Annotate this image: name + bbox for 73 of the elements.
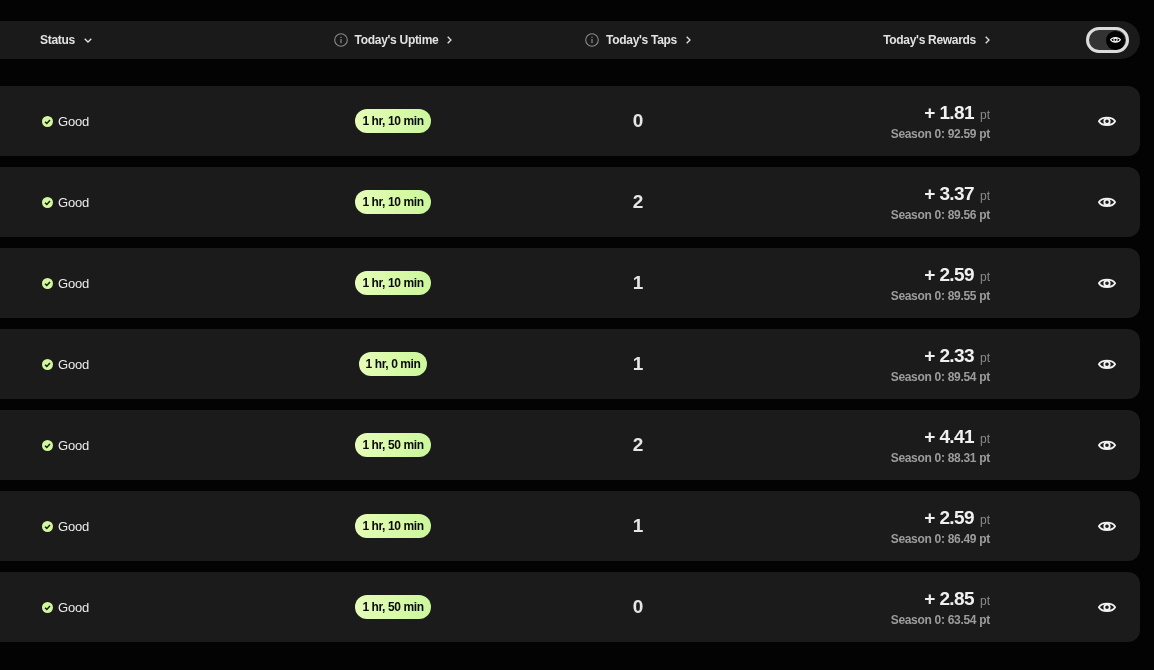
check-circle-icon [42,277,53,289]
eye-icon [1098,357,1116,371]
chevron-right-icon [985,36,990,44]
view-button[interactable] [1098,600,1116,614]
uptime-tag: 1 hr, 0 min [358,352,428,376]
status-label: Good [58,113,89,129]
taps-count: 1 [632,272,644,294]
reward-value: + 2.59 [924,263,974,286]
chevron-right-icon [685,36,691,44]
reward-unit: pt [980,431,990,446]
eye-icon [1098,600,1116,614]
reward-unit: pt [980,188,990,203]
eye-icon [1098,276,1116,290]
reward-unit: pt [980,269,990,284]
season-total: Season 0: 88.31 pt [890,450,990,465]
column-header[interactable]: Today's Uptime [354,33,453,47]
check-circle-icon [42,358,53,370]
column-header[interactable]: Today's Rewards [883,33,990,47]
column-header[interactable]: Today's Taps [606,33,691,47]
view-button[interactable] [1098,276,1116,290]
view-button[interactable] [1098,519,1116,533]
reward-value: + 1.81 [924,101,974,124]
check-circle-icon [42,439,53,451]
reward-value: + 3.37 [924,182,974,205]
season-total: Season 0: 89.56 pt [890,207,990,222]
check-circle-icon [42,601,53,613]
column-header[interactable]: Status [40,33,92,47]
view-button[interactable] [1098,114,1116,128]
status-label: Good [58,275,89,291]
season-total: Season 0: 89.55 pt [890,288,990,303]
eye-icon [1109,36,1121,44]
view-button[interactable] [1098,438,1116,452]
view-button[interactable] [1098,195,1116,209]
reward-unit: pt [980,350,990,365]
status-label: Good [58,437,89,453]
reward-unit: pt [980,593,990,608]
reward-unit: pt [980,107,990,122]
season-total: Season 0: 63.54 pt [890,612,990,627]
check-circle-icon [42,520,53,532]
taps-count: 0 [632,596,644,618]
status-label: Good [58,194,89,210]
uptime-tag: 1 hr, 10 min [355,514,431,538]
chevron-down-icon [83,37,92,43]
eye-icon [1098,195,1116,209]
status-label: Good [58,356,89,372]
taps-count: 2 [632,191,644,213]
eye-icon [1098,114,1116,128]
reward-value: + 4.41 [924,425,974,448]
view-button[interactable] [1098,357,1116,371]
status-label: Good [58,518,89,534]
uptime-tag: 1 hr, 10 min [355,271,431,295]
status-label: Good [58,599,89,615]
check-circle-icon [42,115,53,127]
chevron-right-icon [447,36,453,44]
reward-value: + 2.59 [924,506,974,529]
reward-value: + 2.33 [924,344,974,367]
season-total: Season 0: 86.49 pt [890,531,990,546]
reward-unit: pt [980,512,990,527]
taps-count: 1 [632,515,644,537]
uptime-tag: 1 hr, 50 min [355,595,431,619]
season-total: Season 0: 89.54 pt [890,369,990,384]
uptime-tag: 1 hr, 50 min [355,433,431,457]
taps-count: 2 [632,434,644,456]
taps-count: 1 [632,353,644,375]
uptime-tag: 1 hr, 10 min [355,109,431,133]
season-total: Season 0: 92.59 pt [890,126,990,141]
eye-icon [1098,438,1116,452]
uptime-tag: 1 hr, 10 min [355,190,431,214]
taps-count: 0 [632,110,644,132]
reward-value: + 2.85 [924,587,974,610]
check-circle-icon [42,196,53,208]
visibility-toggle[interactable] [1085,27,1129,53]
eye-icon [1098,519,1116,533]
